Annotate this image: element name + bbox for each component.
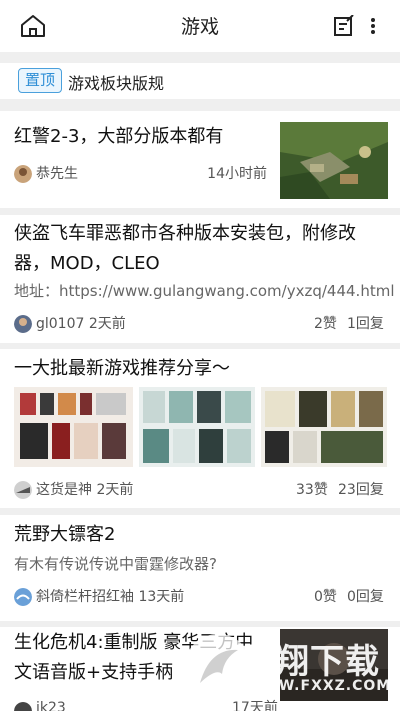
like-count[interactable]: 2赞 (314, 314, 337, 334)
pinned-badge: 置顶 (18, 68, 63, 93)
separator (0, 208, 400, 215)
watermark-brand: 飞翔下载 (240, 642, 380, 682)
avatar (14, 702, 32, 711)
post-author[interactable]: gl0107 2天前 (36, 314, 126, 334)
more-menu-icon[interactable] (368, 15, 378, 37)
reply-count[interactable]: 1回复 (347, 314, 384, 334)
post-summary[interactable]: 地址：https://www.gulangwang.com/yxzq/444.h… (14, 280, 395, 302)
avatar (14, 315, 32, 333)
avatar (14, 588, 32, 606)
post-summary[interactable]: 有木有传说传说中雷霆修改器? (14, 553, 217, 575)
post-image[interactable] (261, 387, 387, 467)
separator (0, 508, 400, 515)
top-bar: 游戏 (0, 0, 400, 52)
reply-count[interactable]: 0回复 (347, 587, 384, 607)
post-item[interactable]: 一大批最新游戏推荐分享～ 这货是神 2天前 33赞 23回复 (0, 349, 400, 508)
like-count[interactable]: 33赞 (296, 480, 328, 500)
separator (0, 52, 400, 63)
post-image[interactable] (139, 387, 255, 467)
post-title[interactable]: 一大批最新游戏推荐分享～ (14, 353, 230, 384)
post-item[interactable]: 红警2-3，大部分版本都有 恭先生 14小时前 (0, 111, 400, 208)
post-thumbnail[interactable] (280, 122, 388, 199)
post-author[interactable]: 斜倚栏杆招红袖 13天前 (36, 587, 184, 607)
post-author[interactable]: 恭先生 (36, 164, 78, 184)
post-title-line2[interactable]: 器，MOD，CLEO (14, 248, 160, 279)
edit-post-icon[interactable] (333, 15, 355, 37)
post-image[interactable] (14, 387, 133, 467)
post-author[interactable]: 这货是神 2天前 (36, 480, 133, 500)
post-title[interactable]: 荒野大镖客2 (14, 519, 115, 550)
post-title-line1[interactable]: 侠盗飞车罪恶都市各种版本安装包，附修改 (14, 218, 356, 249)
separator (0, 99, 400, 111)
watermark-url: WWW.FXXZ.COM (246, 678, 392, 694)
avatar (14, 481, 32, 499)
post-title-line2[interactable]: 文语音版+支持手柄 (14, 657, 173, 688)
pinned-post[interactable]: 置顶 游戏板块版规 (0, 63, 400, 99)
pinned-title[interactable]: 游戏板块版规 (68, 70, 164, 94)
post-time: 14小时前 (207, 166, 267, 182)
post-item[interactable]: 荒野大镖客2 有木有传说传说中雷霆修改器? 斜倚栏杆招红袖 13天前 0赞 0回… (0, 515, 400, 621)
avatar (14, 165, 32, 183)
reply-count[interactable]: 23回复 (338, 480, 384, 500)
post-title[interactable]: 红警2-3，大部分版本都有 (14, 121, 223, 152)
like-count[interactable]: 0赞 (314, 587, 337, 607)
post-item[interactable]: 侠盗飞车罪恶都市各种版本安装包，附修改 器，MOD，CLEO 地址：https:… (0, 215, 400, 343)
post-author[interactable]: ik23 (36, 698, 66, 711)
